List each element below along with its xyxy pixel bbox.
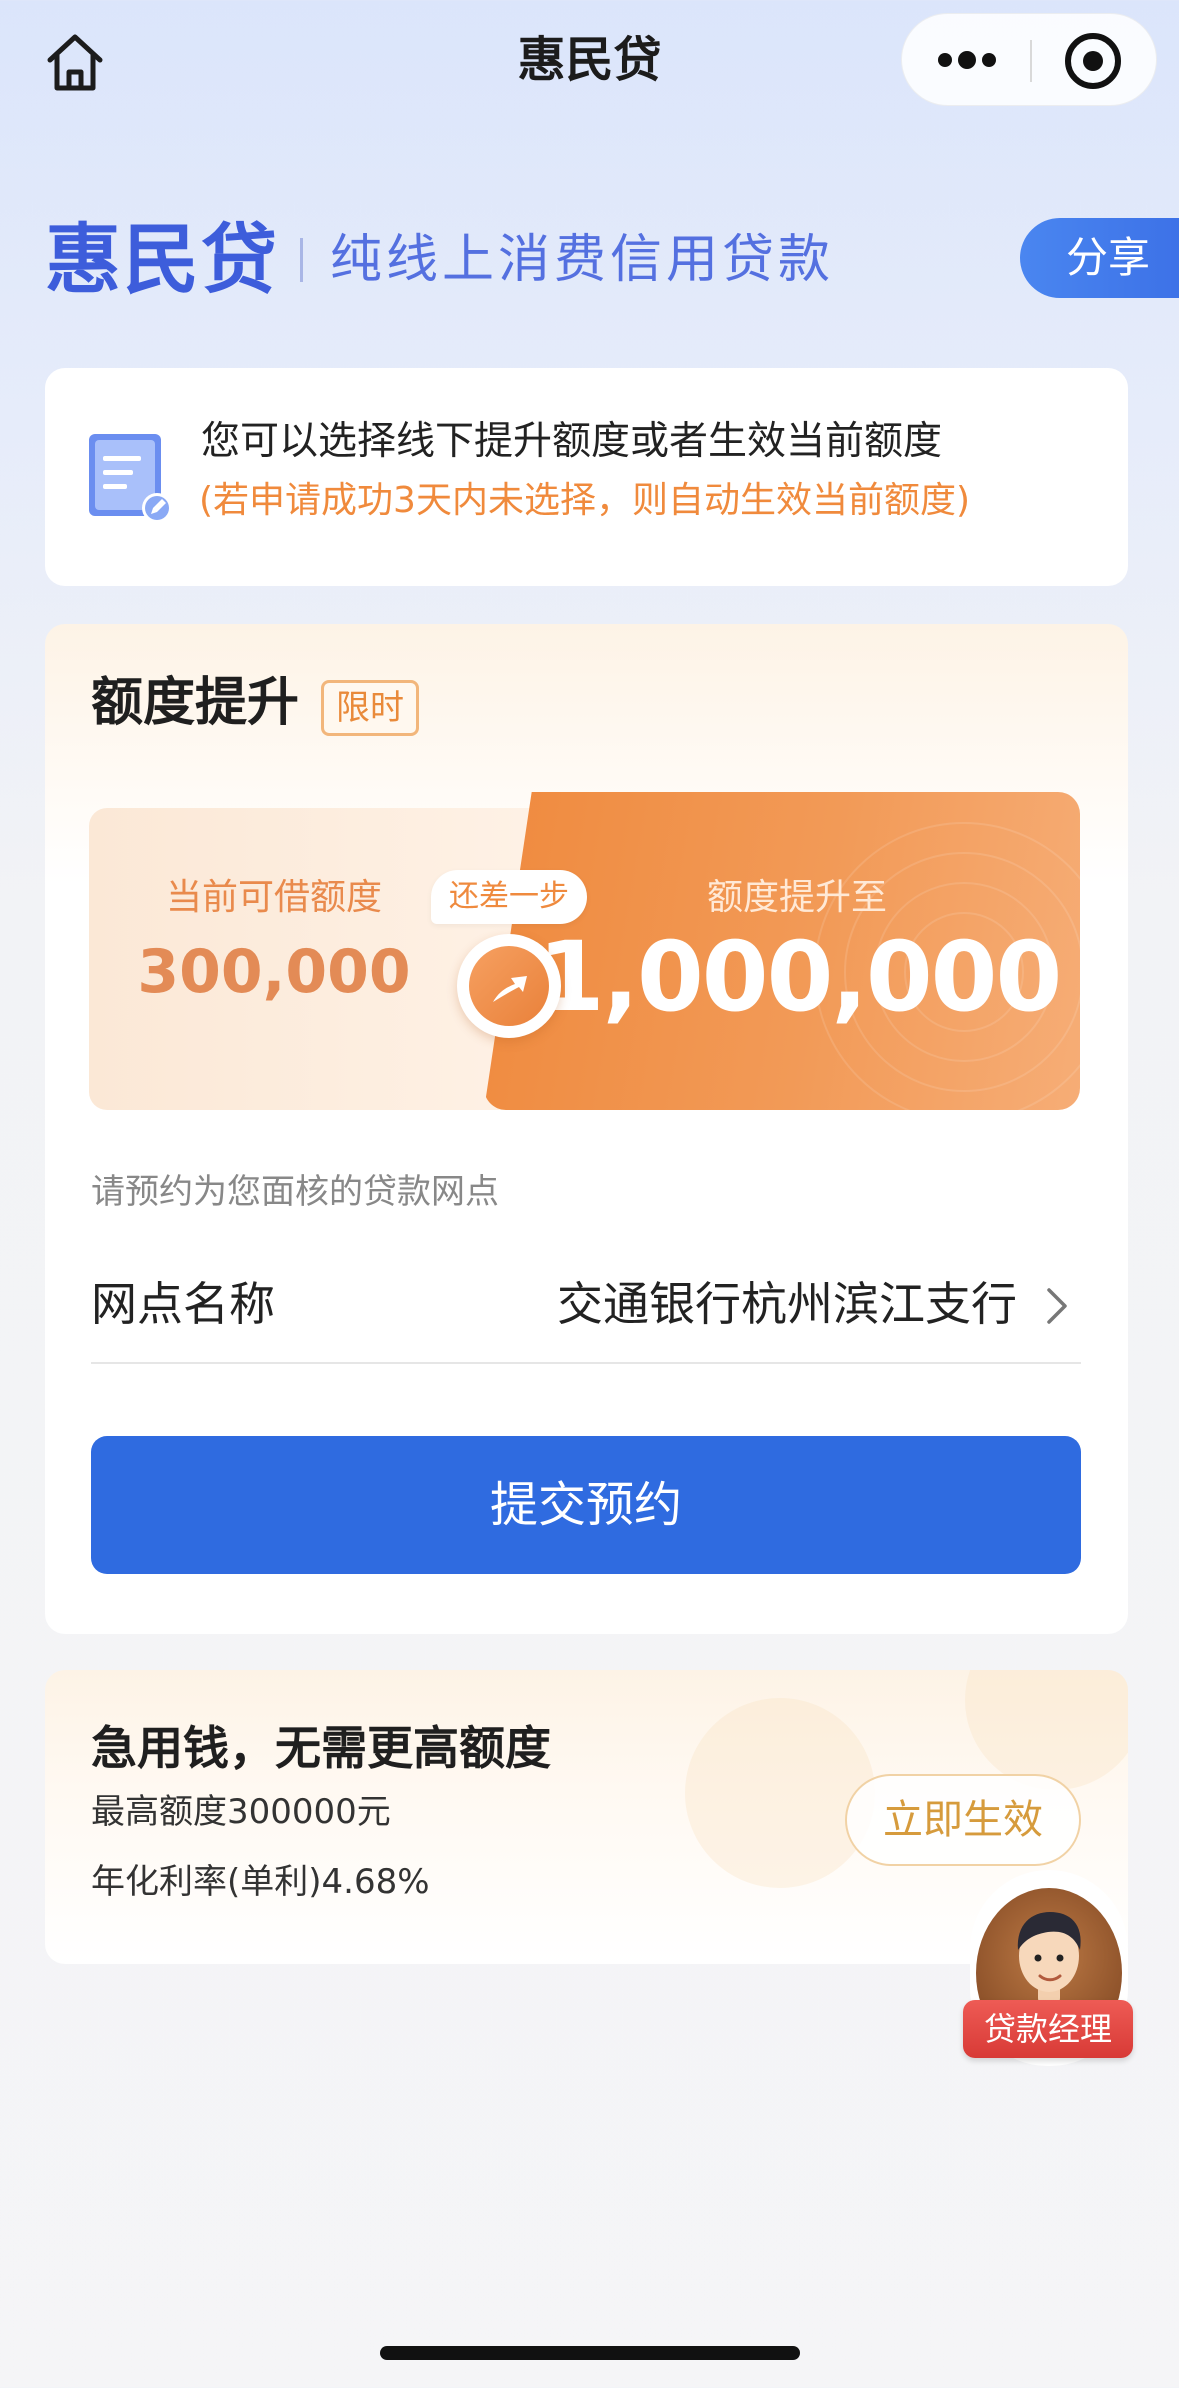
coin-decoration	[685, 1698, 875, 1888]
upgrade-arrow-badge	[457, 934, 561, 1038]
promo-title: 急用钱，无需更高额度	[91, 1721, 551, 1775]
branch-hint-text: 请预约为您面核的贷款网点	[91, 1172, 499, 1212]
promo-max-amount: 最高额度300000元	[91, 1792, 391, 1832]
loan-manager-label: 贷款经理	[963, 2000, 1133, 2058]
quota-compare-banner: 当前可借额度 300,000 额度提升至 1,000,000 还差一步	[89, 792, 1080, 1112]
close-button[interactable]	[1062, 30, 1124, 92]
limited-time-badge: 限时	[321, 680, 419, 736]
branch-name-value: 交通银行杭州滨江支行	[557, 1277, 1017, 1331]
one-step-left-tag: 还差一步	[431, 870, 587, 924]
notice-main-text: 您可以选择线下提升额度或者生效当前额度	[201, 419, 943, 464]
document-edit-icon	[89, 434, 172, 523]
branch-name-label: 网点名称	[91, 1277, 275, 1331]
promo-interest-rate: 年化利率(单利)4.68%	[91, 1862, 430, 1902]
capsule-divider	[1030, 40, 1032, 82]
chevron-right-icon	[1047, 1288, 1067, 1324]
loan-manager-button[interactable]: 贷款经理	[960, 1870, 1140, 2070]
coin-decoration	[965, 1670, 1128, 1790]
branch-selector[interactable]: 网点名称 交通银行杭州滨江支行	[91, 1264, 1081, 1364]
submit-appointment-button[interactable]: 提交预约	[91, 1436, 1081, 1574]
brand-divider	[300, 238, 303, 282]
share-button[interactable]: 分享	[1020, 218, 1179, 298]
target-close-icon	[1065, 33, 1121, 89]
upgraded-quota-value: 1,000,000	[537, 921, 1063, 1033]
mini-program-capsule	[901, 13, 1157, 106]
notice-sub-text: (若申请成功3天内未选择，则自动生效当前额度)	[199, 480, 970, 521]
quota-upgrade-card: 额度提升 限时 当前可借额度 300,000 额度提升至 1,000,000 还…	[45, 624, 1128, 1634]
up-arrow-icon	[493, 976, 527, 1002]
current-quota-label: 当前可借额度	[165, 877, 382, 918]
more-dots-icon	[938, 51, 996, 69]
notice-card: 您可以选择线下提升额度或者生效当前额度 (若申请成功3天内未选择，则自动生效当前…	[45, 368, 1128, 586]
brand-tagline: 纯线上消费信用贷款	[330, 230, 835, 290]
quota-title: 额度提升	[91, 673, 300, 733]
activate-now-button[interactable]: 立即生效	[845, 1774, 1081, 1866]
home-indicator	[380, 2346, 800, 2360]
brand-name: 惠民贷	[45, 215, 279, 304]
more-button[interactable]	[932, 34, 1002, 86]
current-quota-value: 300,000	[137, 937, 411, 1007]
